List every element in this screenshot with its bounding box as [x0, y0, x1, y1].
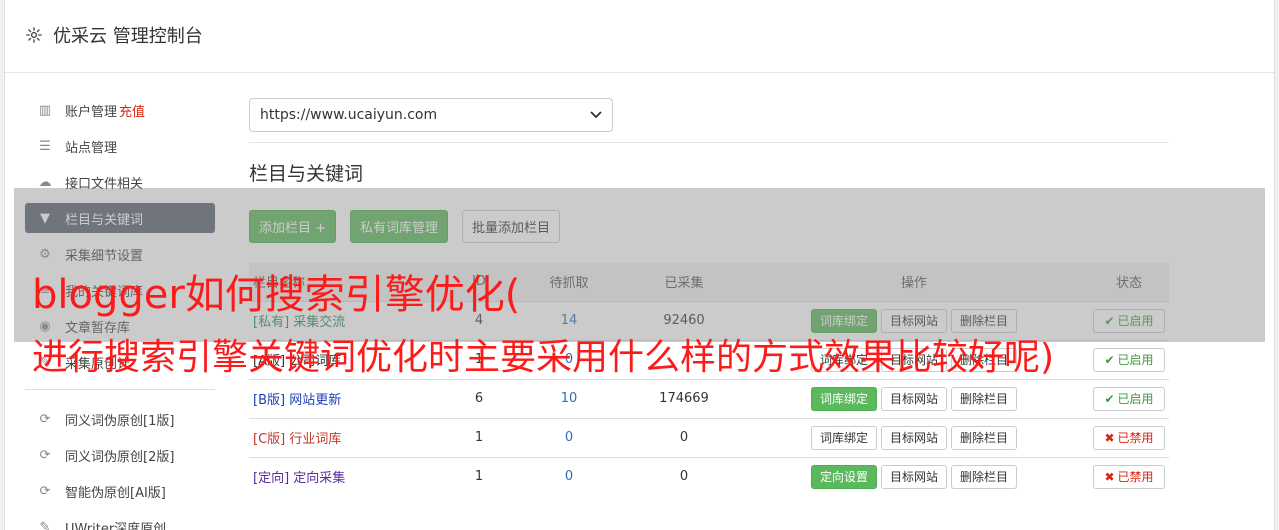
refresh-icon: ⟳ — [39, 447, 51, 463]
status-toggle[interactable]: ✔ 已启用 — [1093, 386, 1165, 411]
gear-icon — [26, 27, 42, 43]
column-name: 行业词库 — [289, 432, 342, 447]
status-toggle[interactable]: ✖ 已禁用 — [1093, 464, 1165, 489]
status-cell: ✖ 已禁用 — [1089, 456, 1169, 496]
status-label: 已启用 — [1117, 353, 1154, 367]
sidebar-item[interactable]: ⟳ 同义词伪原创[2版] — [25, 440, 215, 470]
delete-column-button[interactable]: 删除栏目 — [951, 386, 1018, 411]
divider — [249, 142, 1169, 143]
ops-cell: 定向设置 目标网站 删除栏目 — [739, 456, 1089, 496]
site-select[interactable]: https://www.ucaiyun.com — [249, 98, 613, 132]
top-bar: 优采云 管理控制台 — [5, 0, 1274, 73]
target-site-button[interactable]: 目标网站 — [880, 425, 947, 450]
sidebar-item[interactable]: ⟳ 同义词伪原创[1版] — [25, 404, 215, 434]
section-title: 栏目与关键词 — [249, 163, 364, 185]
sidebar-item-label: 同义词伪原创[1版] — [65, 413, 175, 429]
column-tag: [定向] — [253, 471, 290, 487]
collected-count: 0 — [629, 456, 739, 496]
cross-icon: ✖ — [1104, 469, 1115, 484]
sidebar-item-label: 同义词伪原创[2版] — [65, 449, 175, 465]
status-label: 已禁用 — [1117, 431, 1154, 445]
bind-lib-button[interactable]: 定向设置 — [810, 464, 877, 489]
overlay-title-line2: 进行搜索引擎关键词优化时主要采用什么样的方式效果比较好呢) — [32, 337, 1055, 378]
server-icon: ☰ — [39, 138, 51, 154]
check-icon: ✔ — [1104, 352, 1115, 367]
sidebar-item[interactable]: ✎ UWriter深度原创 — [25, 512, 215, 530]
table-row: [定向] 定向采集 1 0 0 定向设置 目标网站 删除栏目 ✖ 已禁用 — [249, 456, 1169, 496]
target-site-button[interactable]: 目标网站 — [880, 386, 947, 411]
sidebar-item-label: 智能伪原创[AI版] — [65, 485, 166, 501]
cloud-upload-icon: ☁ — [38, 174, 52, 190]
collected-count: 174669 — [629, 378, 739, 418]
recharge-link[interactable]: 充值 — [119, 101, 145, 120]
sidebar-item-label: 账户管理 — [65, 104, 118, 120]
table-row: [B版] 网站更新 6 10 174669 词库绑定 目标网站 删除栏目 ✔ 已启用 — [249, 378, 1169, 418]
status-toggle[interactable]: ✖ 已禁用 — [1093, 425, 1165, 450]
column-name-cell: [B版] 网站更新 — [249, 378, 449, 418]
column-id: 6 — [449, 378, 509, 418]
sidebar-divider — [25, 389, 215, 390]
pending-count[interactable]: 0 — [509, 456, 629, 496]
status-label: 已启用 — [1117, 392, 1154, 406]
sidebar-item[interactable]: ⟳ 智能伪原创[AI版] — [25, 476, 215, 506]
column-tag: [C版] — [253, 432, 286, 447]
target-site-button[interactable]: 目标网站 — [880, 464, 947, 489]
column-name-cell: [C版] 行业词库 — [249, 417, 449, 457]
bind-lib-button[interactable]: 词库绑定 — [810, 386, 877, 411]
column-name: 定向采集 — [293, 471, 346, 487]
column-link[interactable]: [B版] 网站更新 — [253, 393, 341, 408]
console-title: 优采云 管理控制台 — [25, 22, 203, 48]
bind-lib-button[interactable]: 词库绑定 — [810, 425, 877, 450]
sidebar-item[interactable]: ▥ 账户管理 充值 — [25, 95, 215, 125]
column-link[interactable]: [定向] 定向采集 — [253, 471, 345, 486]
sidebar-item-label: UWriter深度原创 — [65, 521, 167, 530]
status-cell: ✖ 已禁用 — [1089, 417, 1169, 457]
refresh-icon: ⟳ — [39, 483, 51, 499]
ops-cell: 词库绑定 目标网站 删除栏目 — [739, 417, 1089, 457]
status-cell: ✔ 已启用 — [1089, 378, 1169, 418]
console-title-text: 优采云 管理控制台 — [53, 26, 203, 47]
status-label: 已禁用 — [1117, 470, 1154, 485]
pending-count[interactable]: 0 — [509, 417, 629, 457]
sidebar-item-label: 站点管理 — [65, 140, 118, 156]
site-select-value: https://www.ucaiyun.com — [260, 107, 438, 123]
status-cell: ✔ 已启用 — [1089, 339, 1169, 379]
delete-column-button[interactable]: 删除栏目 — [951, 464, 1018, 489]
overlay-title-line1: blogger如何搜索引擎优化( — [32, 272, 521, 318]
edit-icon: ✎ — [39, 519, 51, 530]
sidebar-item[interactable]: ☰ 站点管理 — [25, 131, 215, 161]
column-link[interactable]: [C版] 行业词库 — [253, 432, 341, 447]
refresh-icon: ⟳ — [39, 411, 51, 427]
check-icon: ✔ — [1104, 391, 1115, 406]
status-toggle[interactable]: ✔ 已启用 — [1093, 347, 1165, 372]
chevron-down-icon — [590, 111, 602, 119]
table-row: [C版] 行业词库 1 0 0 词库绑定 目标网站 删除栏目 ✖ 已禁用 — [249, 417, 1169, 457]
delete-column-button[interactable]: 删除栏目 — [951, 425, 1018, 450]
bar-chart-icon: ▥ — [38, 102, 52, 118]
column-name-cell: [定向] 定向采集 — [249, 456, 449, 496]
column-id: 1 — [449, 417, 509, 457]
cross-icon: ✖ — [1104, 430, 1115, 445]
column-tag: [B版] — [253, 393, 286, 408]
collected-count: 0 — [629, 417, 739, 457]
column-id: 1 — [449, 456, 509, 496]
ops-cell: 词库绑定 目标网站 删除栏目 — [739, 378, 1089, 418]
pending-count[interactable]: 10 — [509, 378, 629, 418]
column-name: 网站更新 — [289, 393, 342, 408]
